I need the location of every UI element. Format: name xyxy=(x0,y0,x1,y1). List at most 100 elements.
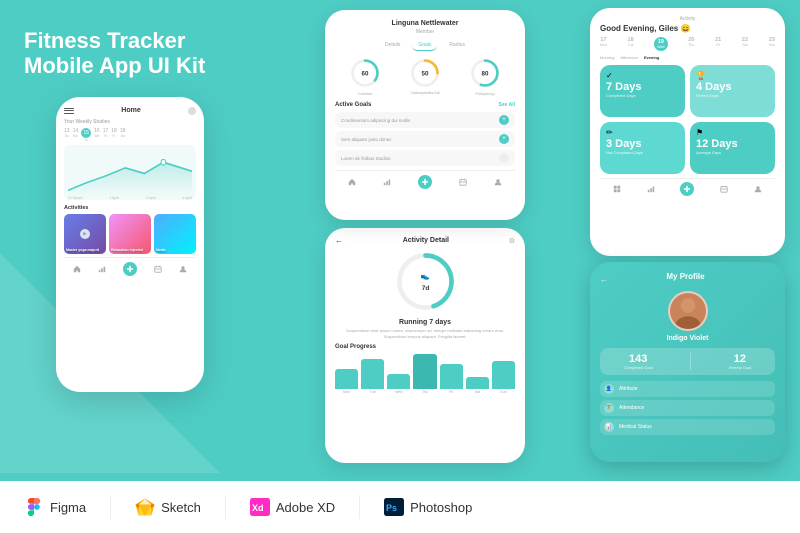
profile-back-icon[interactable]: ← xyxy=(600,275,608,284)
tool-sketch: Sketch xyxy=(135,497,201,517)
goal-text-3: Lorem de finibus Studios xyxy=(341,156,499,161)
figma-icon xyxy=(24,497,44,517)
hamburger-icon[interactable] xyxy=(64,108,74,114)
medical-icon: 📊 xyxy=(604,422,614,432)
sketch-label: Sketch xyxy=(161,500,201,515)
running-desc: Suspendisse vitae ipsum Lorem, ullamcorp… xyxy=(335,328,515,339)
right-phone-nav xyxy=(600,178,775,199)
activity-cards: ▶ Master yoga majorit Relaxation injecte… xyxy=(64,214,196,254)
menu-item-attribute[interactable]: 👤 Attribute xyxy=(600,381,775,397)
attendance-icon: 🏋 xyxy=(604,403,614,413)
cnav-profile[interactable] xyxy=(494,178,502,186)
back-arrow-icon[interactable]: ← xyxy=(335,236,343,245)
nav-calendar-icon[interactable] xyxy=(154,265,162,273)
activity-card-2[interactable]: Relaxation injected xyxy=(109,214,151,254)
goal-item-3: Lorem de finibus Studios xyxy=(335,150,515,166)
date-item: 17Th xyxy=(103,128,109,142)
carbs-label: Carbohydrates Eat xyxy=(410,91,439,95)
bar-tue: Tue xyxy=(361,359,384,394)
completed-goal-label: Completed Goal xyxy=(624,365,653,370)
time-afternoon[interactable]: Afternoon xyxy=(620,55,637,60)
stat-not-completed: ✏ 3 Days Not Completed Days xyxy=(600,122,685,174)
svg-text:👟: 👟 xyxy=(420,272,430,281)
cal-wed-active[interactable]: 19Wed xyxy=(654,37,667,51)
rnav-bar[interactable] xyxy=(647,185,655,193)
profile-icon xyxy=(188,107,196,115)
nav-chart-icon[interactable] xyxy=(98,265,106,273)
goal-action-1[interactable]: + xyxy=(499,115,509,125)
title-line2: Mobile App UI Kit xyxy=(24,53,236,78)
stat-completed-days: ✓ 7 Days Completed Days xyxy=(600,65,685,117)
date-row: 13Su 14Mo 15Tu 16We 17Th 18Fr 18Sa xyxy=(64,128,196,142)
cal-fri: 21Fri xyxy=(715,37,721,51)
rnav-grid[interactable] xyxy=(613,185,621,193)
phone-screen: Home Your Weekly Studies 13Su 14Mo 15Tu … xyxy=(56,97,204,290)
date-item-active[interactable]: 15Tu xyxy=(81,128,91,142)
menu-item-medical[interactable]: 📊 Medical Status xyxy=(600,419,775,435)
tab-details[interactable]: Details xyxy=(379,40,406,51)
time-morning[interactable]: Morning xyxy=(600,55,614,60)
check-icon: ✓ xyxy=(606,71,679,80)
menu-item-attendance[interactable]: 🏋 Attendance xyxy=(600,400,775,416)
nav-profile-icon[interactable] xyxy=(179,265,187,273)
medical-text: Medical Status xyxy=(619,424,652,430)
cnav-add[interactable] xyxy=(418,175,432,189)
svg-text:50: 50 xyxy=(422,71,429,78)
profile-menu: 👤 Attribute 🏋 Attendance 📊 Medical Statu… xyxy=(600,381,775,435)
center-user-name: Linguna Nettlewater xyxy=(335,20,515,27)
svg-text:60: 60 xyxy=(362,71,369,78)
profile-title: My Profile xyxy=(666,272,704,281)
cnav-chart[interactable] xyxy=(383,178,391,186)
cnav-cal[interactable] xyxy=(459,178,467,186)
separator-3 xyxy=(359,495,360,519)
photoshop-label: Photoshop xyxy=(410,500,472,515)
attribute-text: Attribute xyxy=(619,386,638,392)
circle-calories: 60 Calories xyxy=(349,57,381,96)
right-panel: Activity Good Evening, Giles 😄 17Mon 18T… xyxy=(590,0,800,533)
flag-icon: ⚑ xyxy=(696,128,769,137)
goal-text-2: Sem aliquam justo donec xyxy=(341,137,499,142)
main-layout: Fitness Tracker Mobile App UI Kit Home Y… xyxy=(0,0,800,533)
tab-goals[interactable]: Goals xyxy=(412,40,437,51)
activity-card-label: Relaxation injected xyxy=(111,248,143,252)
activity-card-1[interactable]: ▶ Master yoga majorit xyxy=(64,214,106,254)
circle-carbs: 50 Carbohydrates Eat xyxy=(409,57,441,96)
xd-label: Adobe XD xyxy=(276,500,335,515)
see-all-link[interactable]: See All xyxy=(499,102,516,108)
play-button[interactable]: ▶ xyxy=(80,229,90,239)
running-label: Running 7 days xyxy=(335,319,515,326)
average-value: 12 Days xyxy=(696,139,769,150)
not-completed-label: Not Completed Days xyxy=(606,150,679,155)
pencil-icon: ✏ xyxy=(606,128,679,137)
cal-tue: 18Tue xyxy=(628,37,634,51)
settings-icon[interactable]: ⚙ xyxy=(509,237,515,245)
time-evening[interactable]: Evening xyxy=(644,55,660,60)
rnav-cal[interactable] xyxy=(720,185,728,193)
completed-days-label: Completed Days xyxy=(606,93,679,98)
circles-row: 60 Calories 50 Carbohydrates Eat xyxy=(335,57,515,96)
rnav-profile[interactable] xyxy=(754,185,762,193)
tab-radius[interactable]: Radius xyxy=(443,40,471,51)
activity-card-3[interactable]: Medic xyxy=(154,214,196,254)
phone-left: Home Your Weekly Studies 13Su 14Mo 15Tu … xyxy=(56,97,204,392)
stat-average: ⚑ 12 Days Average Days xyxy=(690,122,775,174)
nav-home-icon[interactable] xyxy=(73,265,81,273)
stat-weekly-goal: 12 Weekly Goal xyxy=(729,353,752,370)
calendar-row: 17Mon 18Tue 19Wed 20Thu 21Fri 22Sat 23Su… xyxy=(600,37,775,51)
completed-goal-value: 143 xyxy=(629,353,647,365)
cnav-home[interactable] xyxy=(348,178,356,186)
rnav-add[interactable] xyxy=(680,182,694,196)
profile-avatar xyxy=(668,291,708,331)
center-phone-nav xyxy=(335,170,515,193)
attribute-icon: 👤 xyxy=(604,384,614,394)
date-item: 18Sa xyxy=(120,128,126,142)
bar-wed: Wed xyxy=(387,374,410,394)
nav-add-icon[interactable] xyxy=(123,262,137,276)
center-panel: Linguna Nettlewater Member Details Goals… xyxy=(260,0,590,533)
date-item: 13Su xyxy=(64,128,70,142)
tool-figma: Figma xyxy=(24,497,86,517)
activity-title-right: Activity xyxy=(600,16,775,22)
goal-action-2[interactable]: + xyxy=(499,134,509,144)
running-circle: 👟 7d xyxy=(335,249,515,314)
stats-grid: ✓ 7 Days Completed Days 🏆 4 Days Perfect… xyxy=(600,65,775,174)
